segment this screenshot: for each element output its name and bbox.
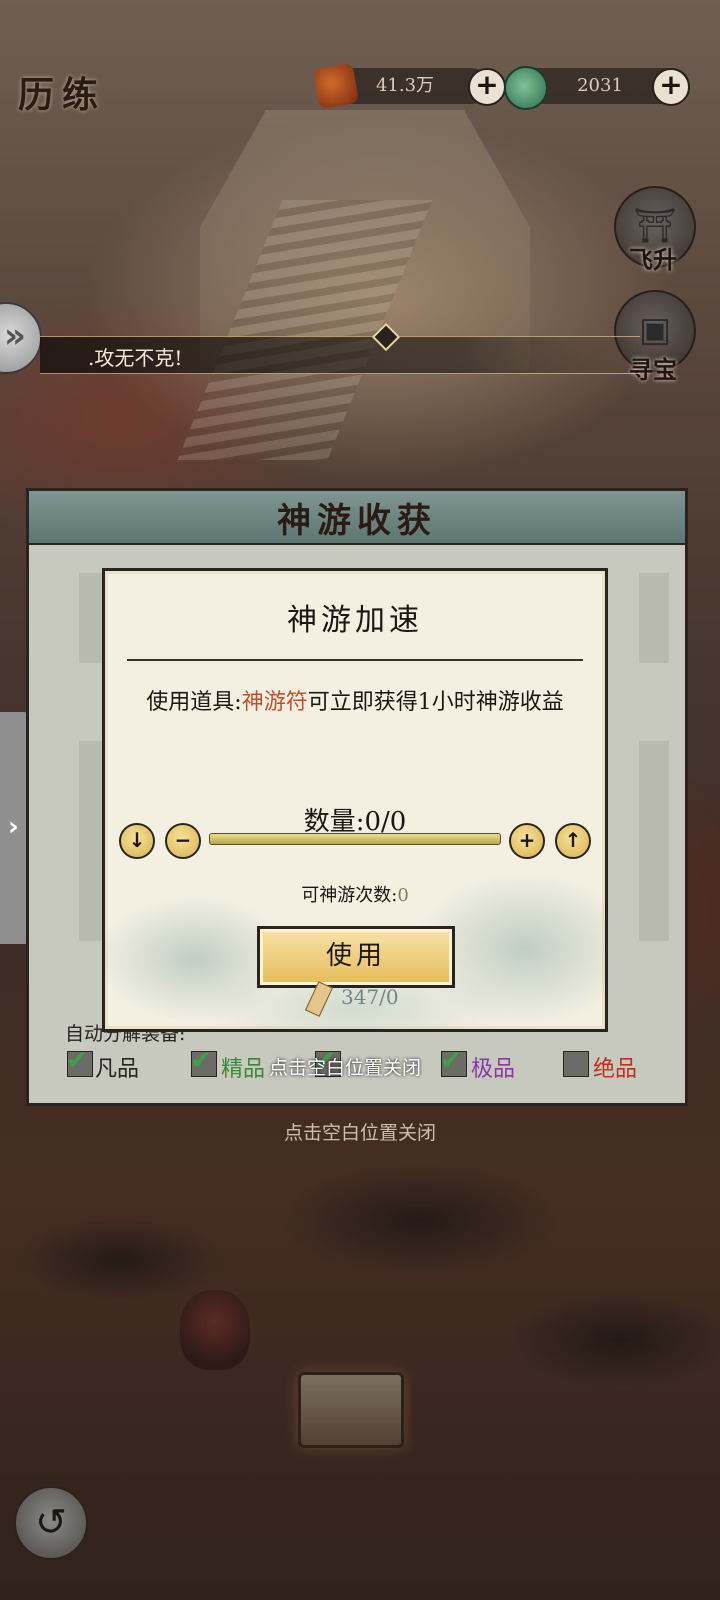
close-hint: 点击空白位置关闭 xyxy=(283,1122,436,1144)
speedup-dialog: 神游加速 使用道具:神游符可立即获得1小时神游收益 数量:0/0 ↓ − + ↑… xyxy=(102,568,608,1032)
ascend-label: 飞升 xyxy=(629,245,677,274)
back-arrow-icon: ↺ xyxy=(35,1500,67,1544)
jade-icon xyxy=(504,66,548,110)
chevron-right-icon: › xyxy=(8,812,19,842)
divider xyxy=(127,659,583,661)
remaining-times-value: 0 xyxy=(397,885,409,906)
quantity-slider[interactable] xyxy=(209,833,501,845)
quantity-plus-button[interactable]: + xyxy=(509,823,545,859)
announcement-text: .攻无不克! xyxy=(88,346,183,370)
remaining-times-label: 可神游次数: xyxy=(301,885,398,906)
add-jade-button[interactable]: + xyxy=(652,68,690,106)
copper-icon xyxy=(312,62,360,110)
quantity-max-button[interactable]: ↑ xyxy=(555,823,591,859)
quantity-minus-button[interactable]: − xyxy=(165,823,201,859)
reward-slot xyxy=(639,741,669,941)
announcement-bar: .攻无不克! xyxy=(40,322,640,374)
common-quality-checkbox[interactable]: ✔ xyxy=(66,1046,93,1077)
remaining-times: 可神游次数:0 xyxy=(105,881,605,907)
legendary-quality-checkbox[interactable] xyxy=(563,1051,589,1077)
desc-suffix: 可立即获得1小时神游收益 xyxy=(307,690,564,715)
legendary-quality-label: 绝品 xyxy=(593,1057,638,1082)
page-title: 历练 xyxy=(18,74,107,116)
epic-quality-label: 极品 xyxy=(471,1057,516,1082)
reward-dialog-header: 神游收获 xyxy=(29,491,685,545)
fine-quality-checkbox[interactable]: ✔ xyxy=(190,1046,217,1077)
fine-quality-label: 精品 xyxy=(221,1057,266,1082)
desc-prefix: 使用道具: xyxy=(146,690,242,715)
back-button[interactable]: ↺ xyxy=(14,1486,88,1560)
common-quality-label: 凡品 xyxy=(95,1057,140,1082)
quantity-min-button[interactable]: ↓ xyxy=(119,823,155,859)
add-copper-button[interactable]: + xyxy=(468,68,506,106)
speedup-description: 使用道具:神游符可立即获得1小时神游收益 xyxy=(145,683,565,723)
check-icon: ✔ xyxy=(66,1046,88,1076)
check-icon: ✔ xyxy=(440,1046,462,1076)
check-icon: ✔ xyxy=(190,1046,212,1076)
speedup-dialog-title: 神游加速 xyxy=(287,603,423,638)
item-name: 神游符 xyxy=(241,690,308,715)
reward-slot xyxy=(639,573,669,663)
reward-dialog-title: 神游收获 xyxy=(277,501,437,541)
epic-quality-checkbox[interactable]: ✔ xyxy=(440,1046,467,1077)
close-hint-inner: 点击空白位置关闭 xyxy=(269,1057,422,1079)
use-button[interactable]: 使用 xyxy=(257,926,455,988)
item-count: 347/0 xyxy=(341,985,399,1009)
double-chevron-icon: » xyxy=(4,316,26,356)
